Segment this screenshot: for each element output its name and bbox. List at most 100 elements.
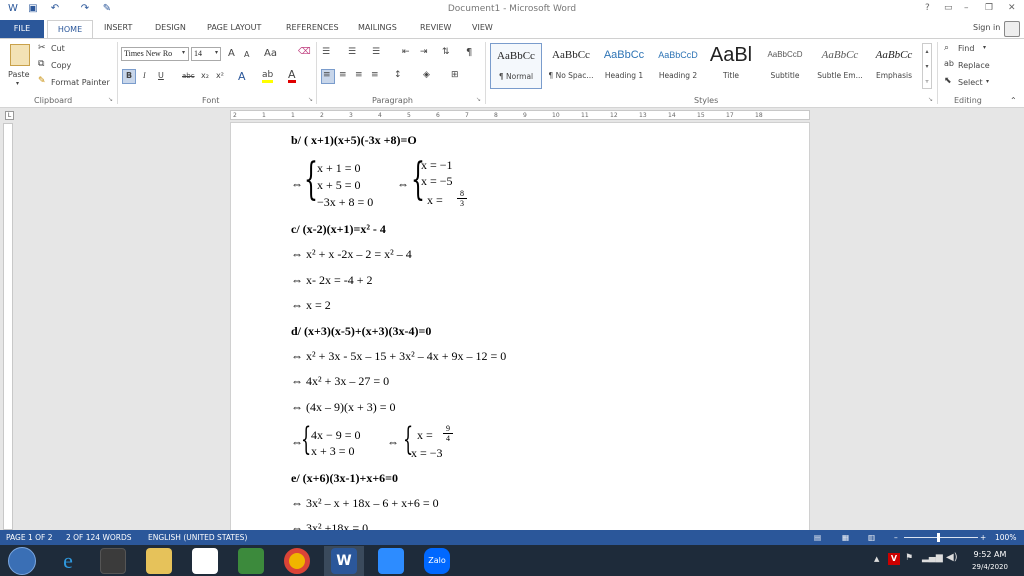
underline-button[interactable]: U [158,71,164,80]
tab-page-layout[interactable]: PAGE LAYOUT [207,23,261,32]
find-button[interactable]: Find [958,44,974,53]
tab-file[interactable]: FILE [0,20,44,38]
grow-font-button[interactable]: A [228,48,235,59]
style-title[interactable]: AaBl Title [706,43,756,89]
replace-icon[interactable]: ab [944,59,954,68]
font-size-dropdown-icon[interactable]: ▾ [215,49,218,56]
bold-button[interactable]: B [126,71,132,80]
help-button[interactable]: ? [925,3,930,13]
decrease-indent-icon[interactable]: ⇤ [402,47,410,57]
tab-home[interactable]: HOME [47,20,93,39]
select-dropdown-icon[interactable]: ▾ [986,78,989,85]
minimize-button[interactable]: – [964,3,969,13]
paste-dropdown-icon[interactable]: ▾ [16,80,19,87]
print-layout-icon[interactable]: ▦ [842,530,849,545]
volume-icon[interactable]: ◀) [946,552,958,563]
find-icon[interactable]: ⌕ [944,43,949,53]
media-player-icon[interactable] [100,548,126,574]
sign-in-link[interactable]: Sign in [973,23,1000,32]
clear-formatting-icon[interactable]: ⌫ [298,47,311,57]
font-name-dropdown-icon[interactable]: ▾ [182,49,185,56]
zoom-level[interactable]: 100% [995,530,1016,545]
sort-icon[interactable]: ⇅ [442,47,450,57]
borders-icon[interactable]: ⊞ [451,70,459,80]
style-heading-1[interactable]: AaBbCc Heading 1 [598,43,650,89]
text-effects-icon[interactable]: A [238,70,246,83]
copy-icon[interactable]: ⧉ [38,59,44,69]
style-subtle-emphasis[interactable]: AaBbCc Subtle Em... [814,43,866,89]
style-no-spacing[interactable]: AaBbCc ¶ No Spac... [544,43,598,89]
subscript-button[interactable]: x₂ [201,71,209,80]
shading-icon[interactable]: ◈ [423,70,430,80]
align-right-icon[interactable]: ≡ [355,70,363,80]
zoom-in-icon[interactable]: + [980,530,986,545]
shrink-font-button[interactable]: A [244,50,249,59]
paste-button[interactable]: Paste [8,70,30,79]
styles-launcher-icon[interactable]: ↘ [928,96,933,103]
superscript-button[interactable]: x² [216,71,224,80]
tab-insert[interactable]: INSERT [104,23,132,32]
highlight-icon[interactable]: ab [262,70,274,83]
chrome-icon[interactable] [284,548,310,574]
read-mode-icon[interactable]: ▤ [814,530,821,545]
word-taskbar-icon[interactable]: W [331,548,357,574]
tray-icon[interactable]: ⚑ [905,553,913,563]
clock-date[interactable]: 29/4/2020 [965,563,1015,571]
strikethrough-button[interactable]: abc [182,72,195,80]
zoom-out-icon[interactable]: – [894,530,898,545]
tab-view[interactable]: VIEW [472,23,493,32]
select-button[interactable]: Select [958,78,983,87]
increase-indent-icon[interactable]: ⇥ [420,47,428,57]
document-page[interactable]: b/ ( x+1)(x+5)(-3x +8)=O ⇔ { x + 1 = 0 x… [230,122,810,530]
numbering-icon[interactable]: ☰ [348,47,356,57]
bullets-icon[interactable]: ☰ [322,47,330,57]
font-name-input[interactable]: Times New Ro [121,47,189,61]
clock-time[interactable]: 9:52 AM [965,550,1015,559]
copy-button[interactable]: Copy [51,61,71,70]
align-left-icon[interactable]: ≡ [323,70,331,80]
restore-button[interactable]: ❐ [985,3,993,13]
ribbon-display-icon[interactable]: ▭ [944,3,953,13]
paste-icon[interactable] [10,44,30,66]
clipboard-launcher-icon[interactable]: ↘ [108,96,113,103]
zoom-app-icon[interactable] [378,548,404,574]
tab-design[interactable]: DESIGN [155,23,186,32]
tab-references[interactable]: REFERENCES [286,23,339,32]
zoom-slider[interactable] [904,537,978,538]
style-normal[interactable]: AaBbCc ¶ Normal [490,43,542,89]
find-dropdown-icon[interactable]: ▾ [983,44,986,51]
close-button[interactable]: ✕ [1008,3,1016,13]
align-center-icon[interactable]: ≡ [339,70,347,80]
avatar[interactable] [1004,21,1020,37]
paragraph-launcher-icon[interactable]: ↘ [476,96,481,103]
web-layout-icon[interactable]: ▥ [868,530,875,545]
app-icon[interactable] [238,548,264,574]
horizontal-ruler[interactable]: 2 1 1 2 3 4 5 6 7 8 9 10 11 12 13 14 15 17 18 [230,110,810,120]
format-painter-icon[interactable]: ✎ [38,76,46,86]
replace-button[interactable]: Replace [958,61,990,70]
cut-icon[interactable]: ✂ [38,43,46,53]
style-subtitle[interactable]: AaBbCcD Subtitle [758,43,812,89]
line-spacing-icon[interactable]: ↕ [394,70,402,80]
style-emphasis[interactable]: AaBbCc Emphasis [868,43,920,89]
cut-button[interactable]: Cut [51,44,65,53]
font-launcher-icon[interactable]: ↘ [308,96,313,103]
vietkey-icon[interactable]: V [888,553,900,565]
page-count[interactable]: PAGE 1 OF 2 [6,530,53,545]
tray-expand-icon[interactable]: ▲ [874,555,879,563]
vertical-ruler[interactable] [3,123,13,530]
italic-button[interactable]: I [143,71,146,80]
tab-review[interactable]: REVIEW [420,23,451,32]
tab-mailings[interactable]: MAILINGS [358,23,397,32]
multilevel-list-icon[interactable]: ☰ [372,47,380,57]
zalo-icon[interactable]: Zalo [424,548,450,574]
unikey-icon[interactable] [192,548,218,574]
file-explorer-icon[interactable] [146,548,172,574]
start-button[interactable] [8,547,36,575]
show-formatting-button[interactable]: ¶ [466,47,472,58]
internet-explorer-icon[interactable]: e [55,548,81,574]
tab-selector[interactable]: L [5,111,14,120]
style-heading-2[interactable]: AaBbCcD Heading 2 [652,43,704,89]
select-icon[interactable]: ⬉ [944,76,952,86]
justify-icon[interactable]: ≡ [371,70,379,80]
